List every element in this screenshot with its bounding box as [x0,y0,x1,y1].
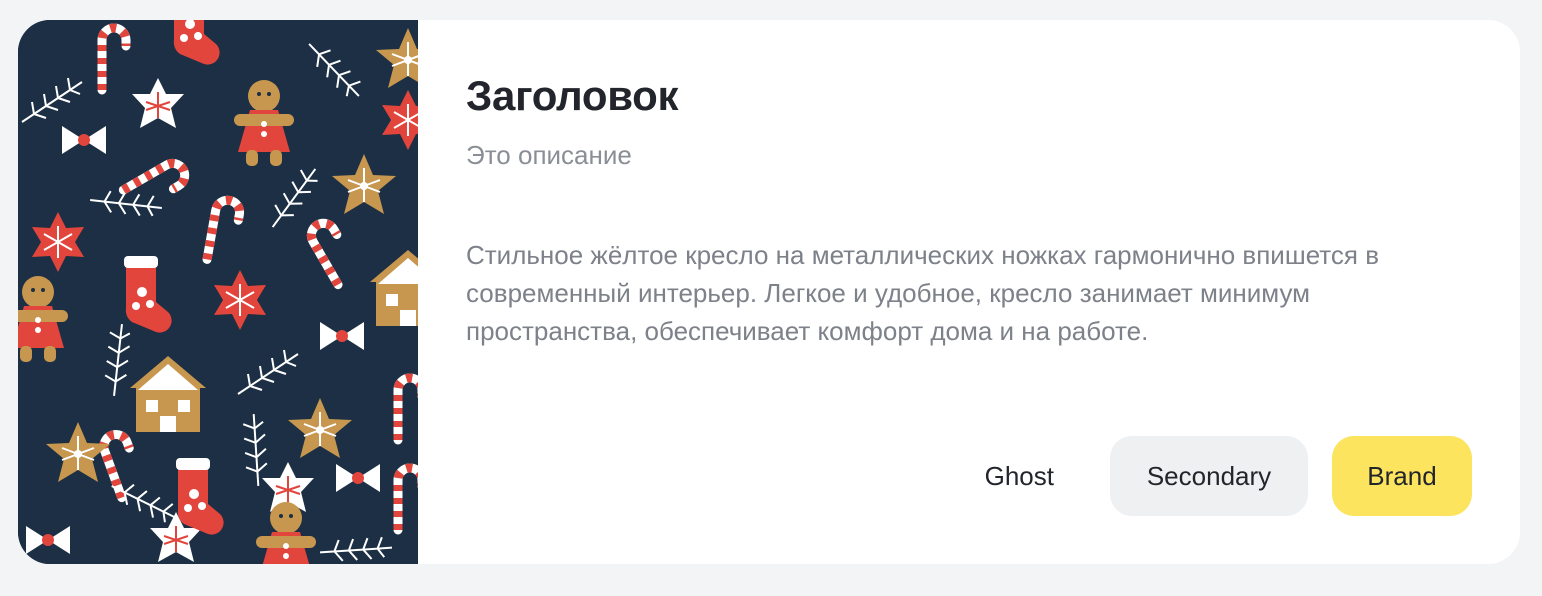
card-image [18,20,418,564]
christmas-pattern-illustration [18,20,418,564]
card-content: Заголовок Это описание Стильное жёлтое к… [418,20,1520,564]
product-card: Заголовок Это описание Стильное жёлтое к… [18,20,1520,564]
card-subtitle: Это описание [466,140,632,170]
ghost-button[interactable]: Ghost [953,436,1086,516]
card-title: Заголовок [466,72,679,119]
card-actions: Ghost Secondary Brand [953,436,1472,516]
brand-button[interactable]: Brand [1332,436,1472,516]
card-description: Стильное жёлтое кресло на металлических … [466,240,1380,346]
secondary-button[interactable]: Secondary [1110,436,1308,516]
